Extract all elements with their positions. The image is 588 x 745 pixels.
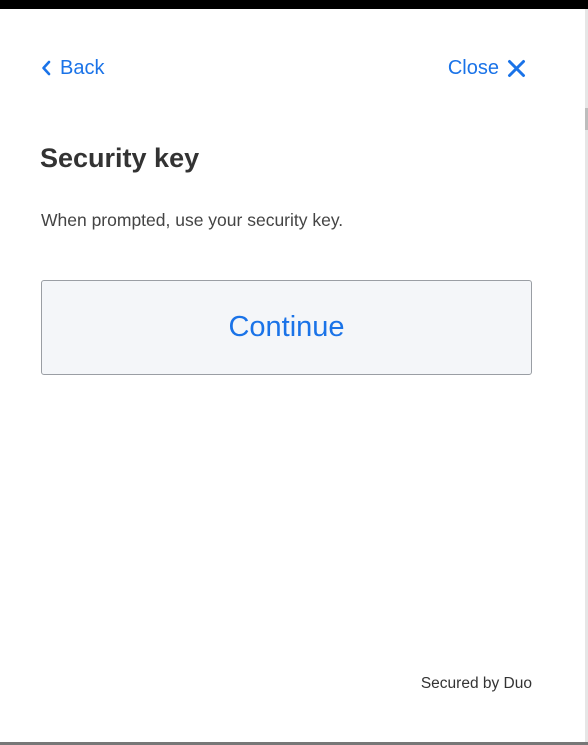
close-x-icon (507, 59, 526, 78)
close-button[interactable]: Close (448, 56, 526, 80)
window-top-bar (0, 0, 588, 9)
back-button[interactable]: Back (41, 56, 104, 80)
continue-button[interactable]: Continue (41, 280, 532, 375)
close-label: Close (447, 56, 499, 79)
secured-by-footer: Secured by Duo (420, 675, 532, 692)
page-title: Security key (40, 143, 200, 173)
chevron-left-icon (41, 60, 51, 76)
back-label: Back (60, 56, 105, 79)
instruction-text: When prompted, use your security key. (41, 210, 344, 230)
